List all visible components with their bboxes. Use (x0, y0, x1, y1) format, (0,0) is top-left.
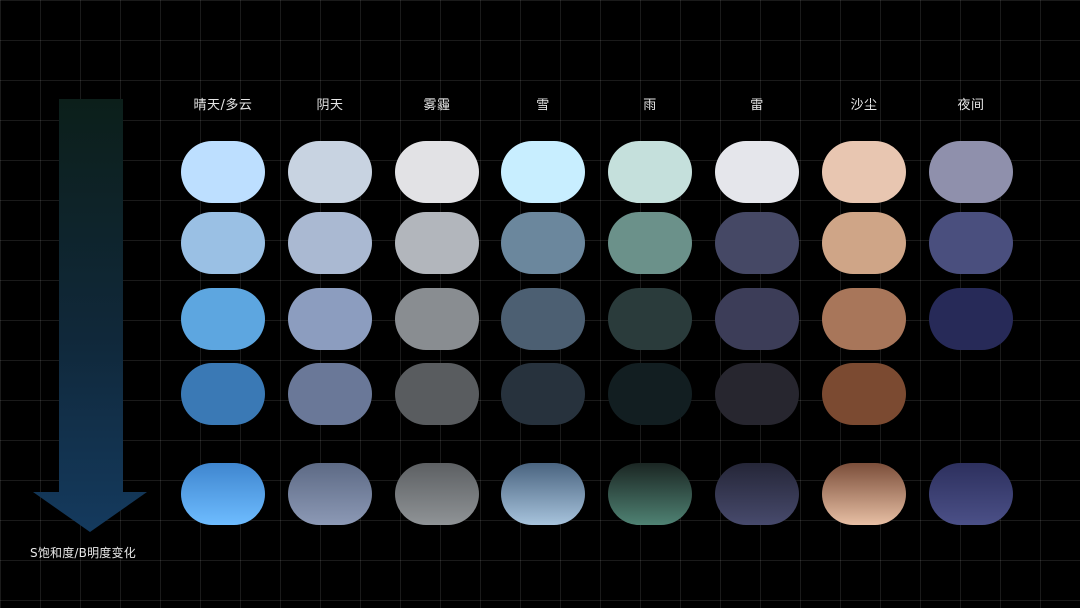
column-label: 雾霾 (423, 98, 451, 113)
color-swatch (395, 141, 479, 203)
column-label: 夜间 (957, 98, 985, 113)
gradient-swatch (608, 463, 692, 525)
color-swatch (288, 141, 372, 203)
gradient-swatch (181, 463, 265, 525)
color-swatch (288, 288, 372, 350)
column-label: 沙尘 (850, 98, 878, 113)
color-swatch (822, 212, 906, 274)
color-swatch (608, 141, 692, 203)
color-swatch (715, 288, 799, 350)
color-swatch (715, 212, 799, 274)
color-swatch (395, 212, 479, 274)
down-arrow-icon (33, 99, 147, 532)
palette-board: S饱和度/B明度变化 晴天/多云 阴天 雾霾 雪 雨 雷 沙尘 夜间 (0, 0, 1080, 608)
color-swatch (822, 141, 906, 203)
column-label: 晴天/多云 (193, 98, 253, 113)
color-swatch (608, 288, 692, 350)
gradient-swatch (288, 463, 372, 525)
gradient-swatch (501, 463, 585, 525)
color-swatch (501, 141, 585, 203)
color-swatch (608, 363, 692, 425)
color-swatch (715, 363, 799, 425)
column-label: 阴天 (316, 98, 344, 113)
gradient-swatch (822, 463, 906, 525)
gradient-swatch (715, 463, 799, 525)
color-swatch (501, 288, 585, 350)
color-swatch (501, 212, 585, 274)
color-swatch (181, 288, 265, 350)
color-swatch (929, 288, 1013, 350)
color-swatch (181, 141, 265, 203)
column-label: 雨 (643, 98, 657, 113)
color-swatch (501, 363, 585, 425)
color-swatch (822, 363, 906, 425)
color-swatch (288, 212, 372, 274)
column-label: 雪 (536, 98, 550, 113)
color-swatch (181, 363, 265, 425)
color-swatch (608, 212, 692, 274)
gradient-swatch (929, 463, 1013, 525)
color-swatch (822, 288, 906, 350)
color-swatch (288, 363, 372, 425)
saturation-brightness-caption: S饱和度/B明度变化 (30, 546, 136, 560)
color-swatch (929, 141, 1013, 203)
color-swatch (395, 363, 479, 425)
color-swatch (929, 212, 1013, 274)
color-swatch (181, 212, 265, 274)
color-swatch (715, 141, 799, 203)
column-label: 雷 (750, 98, 764, 113)
gradient-swatch (395, 463, 479, 525)
color-swatch (395, 288, 479, 350)
